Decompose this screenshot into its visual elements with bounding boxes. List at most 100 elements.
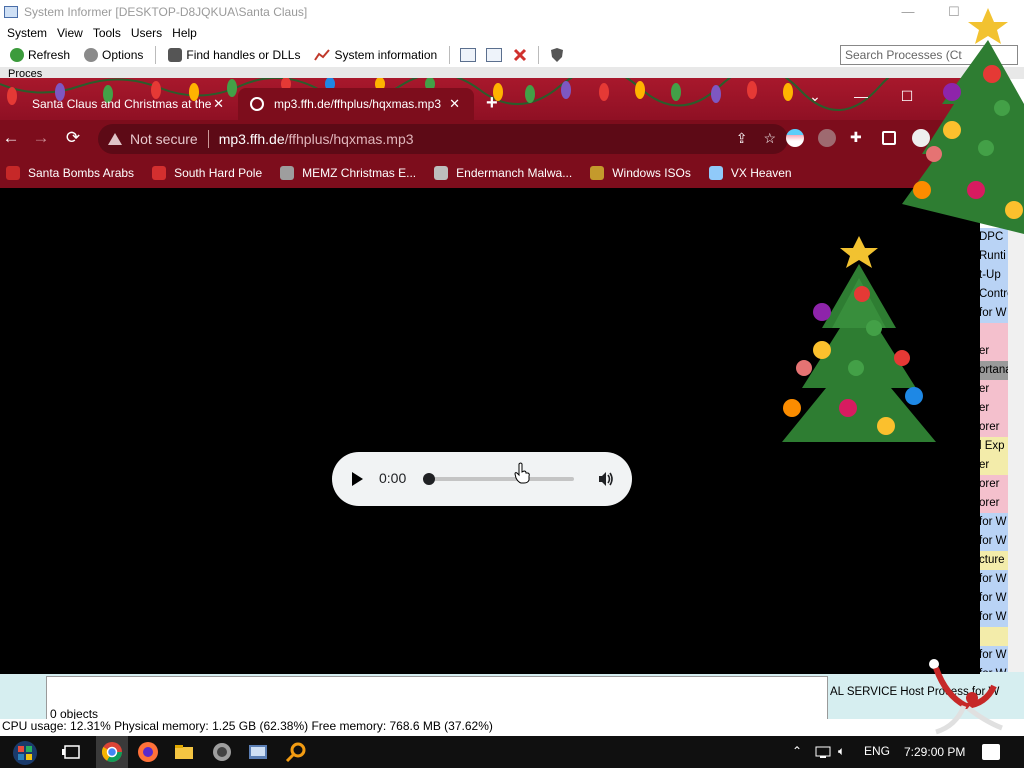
santa-icon [6,166,20,180]
menu-users[interactable]: Users [126,26,167,40]
hand-cursor-icon [514,462,530,484]
system-informer-icon [4,5,18,18]
forward-button[interactable]: → [30,128,52,148]
new-tab-button[interactable]: + [486,92,498,115]
bookmark-star-icon[interactable]: ☆ [763,130,776,147]
shield-icon[interactable] [549,47,565,63]
raccoon-icon [434,166,449,180]
warning-icon[interactable] [108,133,122,145]
tab-title: Santa Claus and Christmas at the [32,97,212,111]
language-indicator[interactable]: ENG [864,744,890,758]
clock[interactable]: 7:29:00 PM [904,745,965,759]
tab-mp3[interactable]: mp3.ffh.de/ffhplus/hqxmas.mp3 ✕ [238,88,474,120]
start-icon[interactable] [8,740,42,766]
minimize-button[interactable]: — [838,82,884,110]
snowflake-icon [152,166,167,180]
refresh-label: Refresh [28,48,71,62]
christmas-tree-corner-decoration [902,8,1024,234]
url-host: mp3.ffh.de [218,131,285,147]
system-information-label: System information [334,48,438,62]
menu-tools[interactable]: Tools [88,26,126,40]
status-bar: CPU usage: 12.31% Physical memory: 1.25 … [0,719,1024,736]
bookmark-item[interactable]: South Hard Pole [152,166,262,180]
seek-thumb[interactable] [423,473,435,485]
tab-santa-claus[interactable]: Santa Claus and Christmas at the ✕ [16,88,238,120]
current-time: 0:00 [379,470,407,486]
menu-bar: System View Tools Users Help [0,23,1024,43]
bookmark-label: Windows ISOs [612,166,691,180]
menu-view[interactable]: View [52,26,88,40]
menu-system[interactable]: System [2,26,52,40]
address-bar[interactable]: Not secure mp3.ffh.de/ffhplus/hqxmas.mp3… [98,124,788,154]
binoculars-icon [168,48,183,62]
tab-search-button[interactable]: ⌄ [792,82,838,110]
share-icon[interactable]: ⇪ [736,130,748,147]
file-explorer-icon[interactable] [172,740,196,764]
bookmark-item[interactable]: VX Heaven [708,166,792,180]
santa-figure-decoration [929,659,1003,735]
bookmark-item[interactable]: Endermanch Malwa... [434,166,572,180]
refresh-icon [10,48,24,62]
gear-icon [84,48,99,62]
system-informer-icon[interactable] [246,740,270,764]
bookmarks-bar: Santa Bombs Arabs South Hard Pole MEMZ Chr… [0,158,980,188]
globe-icon [250,97,264,111]
bookmark-item[interactable]: MEMZ Christmas E... [280,166,416,180]
window-title: System Informer [DESKTOP-D8JQKUA\Santa C… [24,4,308,19]
bookmark-label: VX Heaven [730,166,792,180]
notification-icon[interactable] [982,744,1000,760]
url-path: /ffhplus/hqxmas.mp3 [284,131,414,147]
bookmark-label: Endermanch Malwa... [456,166,573,180]
omnibox-separator [207,130,209,148]
back-button[interactable]: ← [0,128,22,148]
memz-icon [280,166,295,180]
graph-icon [314,49,331,61]
audio-player[interactable]: 0:00 [332,452,632,506]
chevron-up-icon[interactable]: ⌃ [792,744,802,758]
bookmark-label: South Hard Pole [174,166,263,180]
system-information-button[interactable]: System information [308,44,443,66]
refresh-button[interactable]: Refresh [4,44,76,66]
extension-flag-icon[interactable] [786,129,804,147]
toolbar-separator [155,46,157,64]
close-tab-icon[interactable]: ✕ [213,96,224,112]
bookmark-label: MEMZ Christmas E... [302,166,417,180]
chrome-icon[interactable] [100,740,124,764]
firefox-icon[interactable] [136,740,160,764]
tab-strip: Santa Claus and Christmas at the ✕ mp3.f… [0,78,980,120]
volume-icon[interactable] [597,470,615,488]
windows-icon [590,166,605,180]
toolbar-separator [538,46,540,64]
play-icon[interactable] [352,472,363,486]
extension-s-icon[interactable] [818,129,836,147]
process-list-scrollbar[interactable] [1008,228,1024,698]
menu-help[interactable]: Help [167,26,202,40]
christmas-tree-decoration [782,236,936,442]
options-button[interactable]: Options [78,44,149,66]
window-icon[interactable] [460,48,477,62]
close-tab-icon[interactable]: ✕ [449,96,460,112]
app-icon[interactable] [210,740,234,764]
terminate-icon[interactable] [512,47,528,63]
chrome-toolbar: ← → ⟳ Not secure mp3.ffh.de/ffhplus/hqxm… [0,120,980,158]
search-tool-icon[interactable] [284,740,308,764]
puzzle-icon[interactable]: ✚ [850,129,868,147]
find-handles-button[interactable]: Find handles or DLLs [162,44,306,66]
side-panel-icon[interactable] [882,131,896,145]
bookmark-item[interactable]: Santa Bombs Arabs [6,166,134,180]
bookmark-label: Santa Bombs Arabs [28,166,135,180]
not-secure-label[interactable]: Not secure [130,131,198,147]
find-handles-label: Find handles or DLLs [186,48,301,62]
taskbar: ⌃ 🔈︎ ENG 7:29:00 PM [0,736,1024,768]
network-icon[interactable] [814,745,832,759]
system-informer-titlebar: System Informer [DESKTOP-D8JQKUA\Santa C… [0,0,1024,23]
volume-tray-icon[interactable]: 🔈︎ [838,744,845,759]
vx-icon [708,166,723,180]
seek-bar[interactable] [423,473,574,485]
toolbar-separator [449,46,451,64]
reload-button[interactable]: ⟳ [62,128,84,148]
window-arrow-icon[interactable] [486,48,503,62]
bookmark-item[interactable]: Windows ISOs [590,166,691,180]
tab-title: mp3.ffh.de/ffhplus/hqxmas.mp3 [274,97,441,111]
task-view-icon[interactable] [60,740,84,764]
